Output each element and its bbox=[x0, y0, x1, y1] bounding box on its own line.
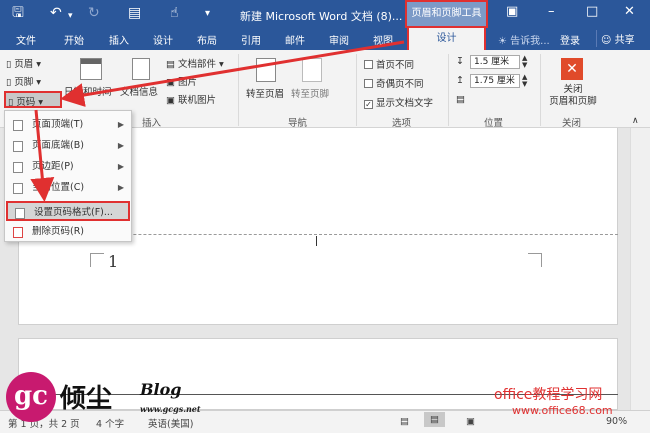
watermark-blog: Blog bbox=[140, 380, 182, 399]
gcgs-logo: gc bbox=[6, 372, 56, 422]
watermark-site-url: www.office68.com bbox=[512, 404, 613, 417]
logo-mark: gc bbox=[6, 372, 56, 422]
watermark-url: www.gcgs.net bbox=[140, 404, 201, 414]
arrow-to-format-item bbox=[30, 109, 55, 202]
arrow-to-page-number bbox=[60, 40, 405, 107]
zoom-level[interactable]: 90% bbox=[606, 416, 627, 427]
annotation-arrows bbox=[30, 40, 405, 202]
print-layout-icon[interactable]: ▤ bbox=[424, 412, 445, 427]
watermark-site-title: office教程学习网 bbox=[494, 387, 603, 403]
watermark-name: 倾尘 bbox=[60, 384, 113, 414]
web-layout-icon[interactable]: ▣ bbox=[466, 416, 475, 427]
read-mode-icon[interactable]: ▤ bbox=[400, 416, 409, 427]
language-indicator[interactable]: 英语(美国) bbox=[148, 416, 193, 430]
word-count[interactable]: 4 个字 bbox=[96, 416, 124, 430]
